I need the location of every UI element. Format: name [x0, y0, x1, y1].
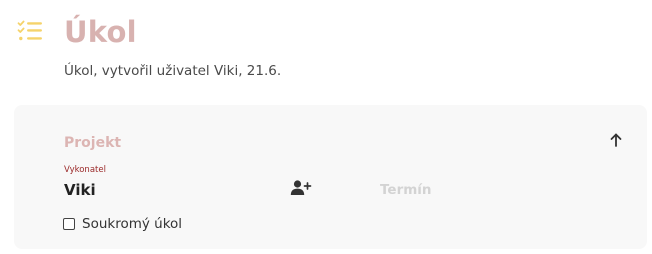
task-page: Úkol Úkol, vytvořil uživatel Viki, 21.6.…	[0, 0, 652, 254]
task-meta-subtitle: Úkol, vytvořil uživatel Viki, 21.6.	[64, 63, 282, 79]
private-task-label: Soukromý úkol	[82, 216, 183, 232]
project-field[interactable]: Projekt	[64, 134, 121, 152]
checklist-icon	[17, 20, 42, 41]
assignee-caption: Vykonatel	[64, 165, 106, 175]
private-task-toggle[interactable]: Soukromý úkol	[63, 215, 182, 233]
assignee-field[interactable]: Viki	[64, 180, 96, 200]
deadline-field[interactable]: Termín	[380, 181, 432, 199]
arrow-up-icon[interactable]	[606, 130, 626, 150]
page-title: Úkol	[64, 15, 137, 49]
add-user-icon[interactable]	[290, 179, 312, 197]
task-details-card: Projekt Vykonatel Viki Termín Soukromý ú…	[14, 105, 647, 249]
private-task-checkbox[interactable]	[63, 218, 75, 230]
